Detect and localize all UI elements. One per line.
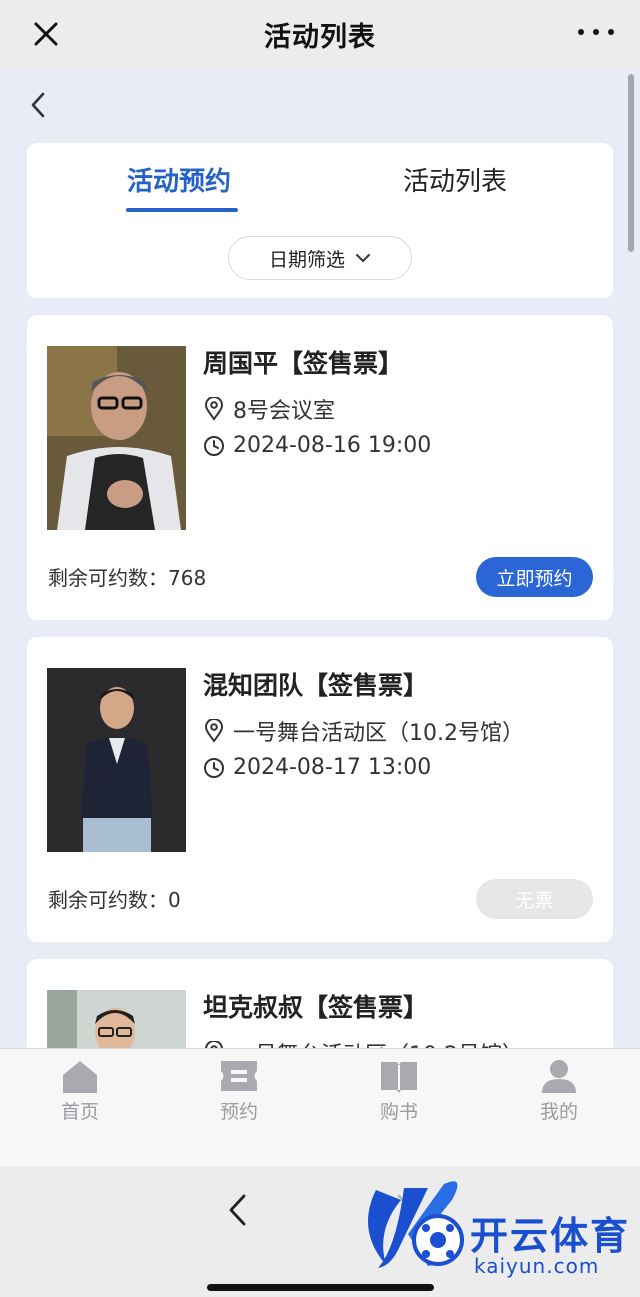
event-time: 2024-08-16 19:00 <box>203 433 431 458</box>
event-time: 2024-08-17 13:00 <box>203 755 431 780</box>
clock-icon <box>204 757 224 778</box>
tabbar-label: 首页 <box>60 1101 99 1123</box>
event-card[interactable]: 坦克叔叔【签售票】 一号舞台活动区（10.2号馆） <box>27 959 613 1048</box>
event-time-text: 2024-08-16 19:00 <box>233 433 432 458</box>
more-options-icon[interactable] <box>578 22 614 42</box>
event-location: 一号舞台活动区（10.2号馆） <box>203 715 524 747</box>
event-title: 混知团队【签售票】 <box>203 671 429 700</box>
browser-back-icon[interactable] <box>224 1192 252 1228</box>
speaker-photo <box>47 990 186 1048</box>
speaker-photo <box>47 668 186 852</box>
event-card[interactable]: 周国平【签售票】 8号会议室 2024-08-16 19:00 剩余可约数：76… <box>27 315 613 620</box>
event-location: 8号会议室 <box>203 393 335 425</box>
tab-activity-list[interactable]: 活动列表 <box>403 161 507 198</box>
event-card[interactable]: 混知团队【签售票】 一号舞台活动区（10.2号馆） 2024-08-17 13:… <box>27 637 613 942</box>
clock-icon <box>204 435 224 456</box>
location-pin-icon <box>204 397 224 421</box>
event-location: 一号舞台活动区（10.2号馆） <box>203 1037 524 1048</box>
date-filter-button[interactable]: 日期筛选 <box>228 236 412 280</box>
event-time-text: 2024-08-17 13:00 <box>233 755 432 780</box>
sold-out-button[interactable]: 无票 <box>476 879 593 919</box>
chevron-down-icon <box>356 254 370 263</box>
home-icon <box>63 1061 97 1093</box>
event-title: 坦克叔叔【签售票】 <box>203 993 429 1022</box>
watermark-brand: 开云体育 <box>470 1214 631 1258</box>
user-icon <box>542 1060 576 1093</box>
remaining-count: 剩余可约数：0 <box>48 888 181 912</box>
book-icon <box>381 1062 417 1093</box>
top-bar: 活动列表 <box>0 0 640 68</box>
remaining-count: 剩余可约数：768 <box>48 566 207 590</box>
speaker-photo <box>47 346 186 530</box>
tabbar-label: 预约 <box>219 1101 258 1123</box>
tabbar-item-mine[interactable]: 我的 <box>519 1059 599 1124</box>
event-title: 周国平【签售票】 <box>203 349 404 378</box>
watermark-domain: kaiyun.com <box>474 1254 600 1278</box>
scrollbar[interactable] <box>628 74 634 252</box>
home-indicator <box>207 1284 434 1291</box>
tab-activity-booking[interactable]: 活动预约 <box>127 161 231 198</box>
book-now-button[interactable]: 立即预约 <box>476 557 593 597</box>
location-pin-icon <box>205 1041 223 1048</box>
back-arrow-icon[interactable] <box>24 90 54 120</box>
main-content: 活动预约 活动列表 日期筛选 周国平【签售票】 8号会议室 2024-08-16… <box>0 68 640 1048</box>
tabbar-item-home[interactable]: 首页 <box>40 1059 120 1124</box>
event-location-text: 一号舞台活动区（10.2号馆） <box>233 721 524 746</box>
tabs-card: 活动预约 活动列表 日期筛选 <box>27 143 613 298</box>
location-pin-icon <box>204 719 224 743</box>
date-filter-label: 日期筛选 <box>268 248 345 271</box>
tab-underline <box>126 208 238 212</box>
tabbar-item-booking[interactable]: 预约 <box>199 1059 279 1124</box>
bottom-tab-bar: 首页 预约 购书 我的 <box>0 1048 640 1166</box>
tabbar-item-books[interactable]: 购书 <box>359 1059 439 1124</box>
event-location-text: 8号会议室 <box>233 399 335 424</box>
tabbar-label: 购书 <box>379 1101 418 1123</box>
tabbar-label: 我的 <box>539 1101 578 1123</box>
close-icon[interactable] <box>28 16 64 52</box>
page-title: 活动列表 <box>264 21 376 53</box>
ticket-icon <box>221 1061 257 1091</box>
event-location-text: 一号舞台活动区（10.2号馆） <box>233 1037 524 1048</box>
